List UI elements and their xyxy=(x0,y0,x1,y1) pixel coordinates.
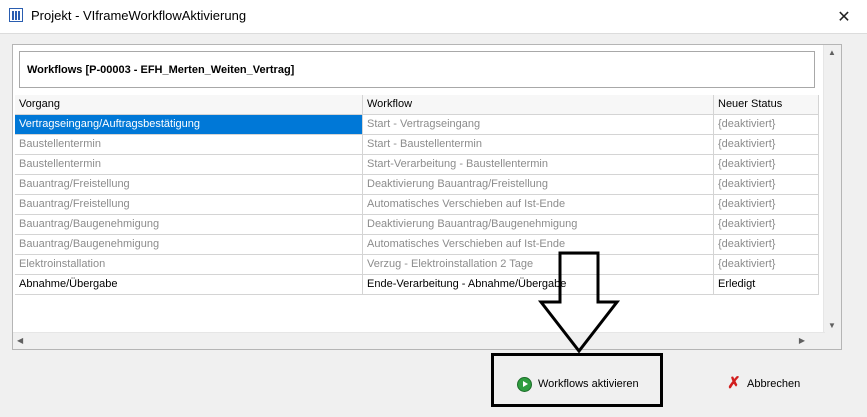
activate-workflows-label: Workflows aktivieren xyxy=(538,378,639,390)
annotation-arrow-icon xyxy=(537,251,621,354)
red-x-icon: ✗ xyxy=(727,375,741,392)
cancel-label: Abbrechen xyxy=(747,378,801,390)
cancel-button[interactable]: ✗ Abbrechen xyxy=(727,376,800,392)
activate-workflows-button[interactable]: Workflows aktivieren xyxy=(517,376,639,392)
annotation-arrow-shape xyxy=(537,251,621,354)
play-icon xyxy=(517,376,532,392)
